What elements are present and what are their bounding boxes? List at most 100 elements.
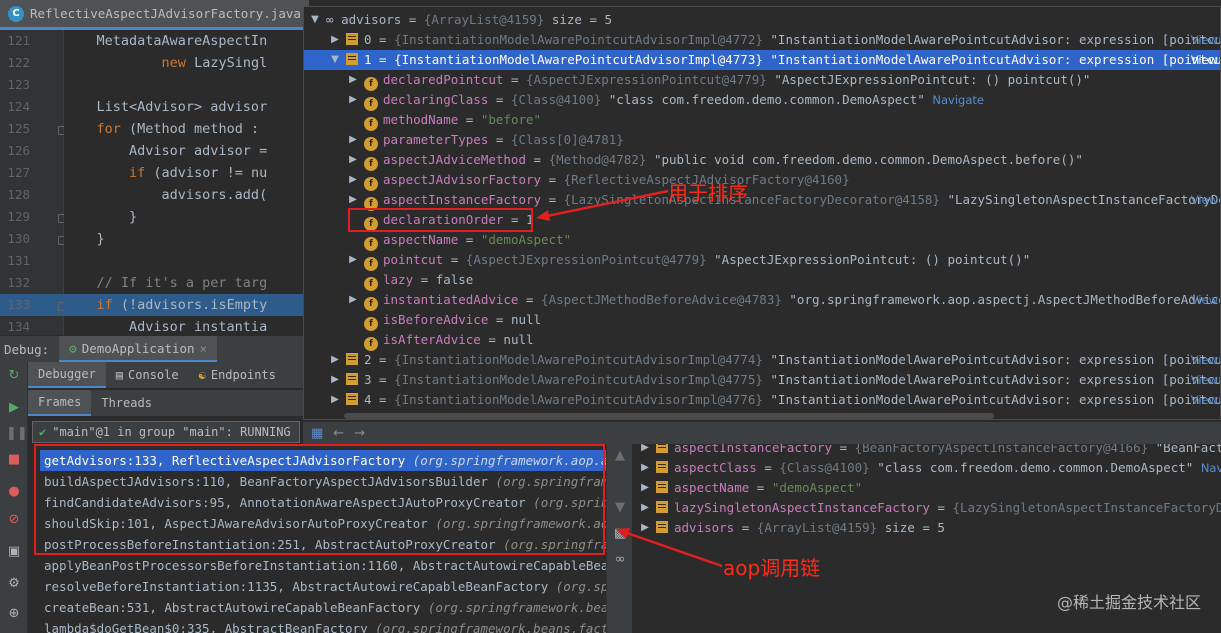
expand-arrow-icon[interactable]: ▶ xyxy=(348,190,358,210)
field-row[interactable]: ▶ f pointcut = {AspectJExpressionPointcut@… xyxy=(304,250,1220,271)
line-number: 133 xyxy=(7,297,30,312)
field-row[interactable]: f isAfterAdvice = null xyxy=(304,330,1220,351)
new-watch-icon[interactable]: ▦ xyxy=(311,426,323,441)
tab-debugger-label: Debugger xyxy=(38,367,96,381)
view-link[interactable]: View xyxy=(1191,390,1218,410)
field-icon: f xyxy=(364,337,378,351)
tab-console[interactable]: ▤ Console xyxy=(106,362,189,388)
stop-icon[interactable]: ■ xyxy=(6,452,22,468)
variable-icon xyxy=(656,444,668,453)
expand-arrow-icon[interactable]: ▶ xyxy=(330,30,340,50)
thread-selector[interactable]: ✔ "main"@1 in group "main": RUNNING xyxy=(32,421,300,443)
settings-icon[interactable]: ⚙ xyxy=(6,576,22,592)
tree-root[interactable]: ▼ ∞ advisors = {ArrayList@4159} size = 5 xyxy=(304,10,1220,30)
tab-frames[interactable]: Frames xyxy=(28,390,92,416)
field-row[interactable]: f isBeforeAdvice = null xyxy=(304,310,1220,331)
stack-frame[interactable]: resolveBeforeInstantiation:1135, Abstrac… xyxy=(40,576,606,597)
var-index: 3 xyxy=(364,372,372,387)
debug-session-tab[interactable]: ⚙ DemoApplication × xyxy=(59,336,218,362)
field-row[interactable]: ▶ f instantiatedAdvice = {AspectJMethodBef… xyxy=(304,290,1220,311)
tab-threads[interactable]: Threads xyxy=(91,390,162,416)
variable-row[interactable]: ▶ aspectName = "demoAspect" xyxy=(632,478,1221,498)
var-value: "BeanFactoryAs xyxy=(1155,444,1221,455)
variable-row[interactable]: ▶ aspectClass = {Class@4100} "class com.f… xyxy=(632,458,1221,478)
expand-arrow-icon[interactable]: ▶ xyxy=(640,444,650,458)
field-icon: f xyxy=(364,77,378,91)
expand-arrow-icon[interactable]: ▶ xyxy=(640,498,650,518)
variable-row[interactable]: ▶ aspectInstanceFactory = {BeanFactoryAsp… xyxy=(632,444,1221,458)
navigate-link[interactable]: Navigat xyxy=(1201,461,1221,475)
field-row[interactable]: f aspectName = "demoAspect" xyxy=(304,230,1220,251)
view-link[interactable]: View xyxy=(1191,30,1218,50)
view-link[interactable]: View xyxy=(1191,50,1218,70)
field-row[interactable]: ▶ f declaringClass = {Class@4100} "class c… xyxy=(304,90,1220,111)
chain-arrow xyxy=(616,528,723,568)
field-row[interactable]: ▶ f aspectJAdvisorFactory = {ReflectiveAsp… xyxy=(304,170,1220,191)
tab-endpoints[interactable]: ☯ Endpoints xyxy=(189,362,286,388)
var-index: 0 xyxy=(364,32,372,47)
horizontal-scrollbar[interactable] xyxy=(344,413,994,419)
field-row[interactable]: ▶ f aspectJAdviceMethod = {Method@4782} "p… xyxy=(304,150,1220,171)
back-icon[interactable]: ← xyxy=(333,426,344,441)
stack-frame[interactable]: createBean:531, AbstractAutowireCapableB… xyxy=(40,597,606,618)
expand-arrow-icon[interactable]: ▶ xyxy=(640,458,650,478)
down-icon[interactable]: ▼ xyxy=(612,500,628,516)
expand-arrow-icon[interactable]: ▶ xyxy=(348,130,358,150)
field-row[interactable]: ▶ f declaredPointcut = {AspectJExpressionP… xyxy=(304,70,1220,91)
close-icon[interactable]: × xyxy=(200,341,208,356)
tab-endpoints-label: Endpoints xyxy=(210,368,276,382)
advisor-item[interactable]: ▶ 4 = {InstantiationModelAwarePointcutAdv… xyxy=(304,390,1220,410)
var-name: aspectInstanceFactory xyxy=(674,444,833,455)
pin-icon[interactable]: ⊕ xyxy=(6,606,22,622)
field-name: isAfterAdvice xyxy=(383,332,481,347)
tab-debugger[interactable]: Debugger xyxy=(28,362,106,388)
variable-row[interactable]: ▶ lazySingletonAspectInstanceFactory = {L… xyxy=(632,498,1221,518)
field-row[interactable]: f lazy = false xyxy=(304,270,1220,291)
expand-arrow-icon[interactable]: ▶ xyxy=(348,170,358,190)
check-icon: ✔ xyxy=(39,425,47,439)
variables-toolbar: ▦ ← → xyxy=(303,422,1221,444)
view-link[interactable]: View xyxy=(1191,290,1218,310)
view-link[interactable]: View xyxy=(1191,370,1218,390)
stack-frame[interactable]: applyBeanPostProcessorsBeforeInstantiati… xyxy=(40,555,606,576)
forward-icon[interactable]: → xyxy=(354,426,365,441)
collapse-arrow-icon[interactable]: ▼ xyxy=(310,10,320,30)
expand-arrow-icon[interactable]: ▶ xyxy=(348,90,358,110)
advisor-item[interactable]: ▶ 0 = {InstantiationModelAwarePointcutAdv… xyxy=(304,30,1220,50)
sort-annotation: 用于排序 xyxy=(668,181,748,205)
expand-arrow-icon[interactable]: ▶ xyxy=(330,390,340,410)
field-row[interactable]: f methodName = "before" xyxy=(304,110,1220,131)
expand-arrow-icon[interactable]: ▶ xyxy=(640,478,650,498)
stack-frame[interactable]: lambda$doGetBean$0:335, AbstractBeanFact… xyxy=(40,618,606,633)
view-link[interactable]: View xyxy=(1191,350,1218,370)
field-row[interactable]: ▶ f parameterTypes = {Class[0]@4781} xyxy=(304,130,1220,151)
pause-icon[interactable]: ❚❚ xyxy=(6,426,28,442)
up-icon[interactable]: ▲ xyxy=(612,448,628,464)
var-value: size = 5 xyxy=(884,520,945,535)
advisor-item[interactable]: ▶ 2 = {InstantiationModelAwarePointcutAdv… xyxy=(304,350,1220,370)
view-link[interactable]: View xyxy=(1191,190,1218,210)
camera-icon[interactable]: ▣ xyxy=(6,544,22,560)
expand-arrow-icon[interactable]: ▶ xyxy=(348,70,358,90)
view-breakpoints-icon[interactable]: ● xyxy=(6,484,22,500)
rerun-icon[interactable]: ↻ xyxy=(6,368,22,384)
expand-arrow-icon[interactable]: ▶ xyxy=(330,350,340,370)
code-editor[interactable]: MetadataAwareAspectIn new LazySingl List… xyxy=(64,30,305,335)
expand-arrow-icon[interactable]: ▶ xyxy=(348,290,358,310)
expand-arrow-icon[interactable]: ▶ xyxy=(330,370,340,390)
field-row[interactable]: ▶ f aspectInstanceFactory = {LazySingleton… xyxy=(304,190,1220,211)
line-number: 121 xyxy=(7,33,30,48)
expand-arrow-icon[interactable]: ▶ xyxy=(348,150,358,170)
editor-tab[interactable]: C ReflectiveAspectJAdvisorFactory.java xyxy=(0,0,309,30)
navigate-link[interactable]: Navigate xyxy=(932,93,984,107)
collapse-arrow-icon[interactable]: ▼ xyxy=(330,50,340,70)
expand-arrow-icon[interactable]: ▶ xyxy=(348,250,358,270)
advisor-item[interactable]: ▶ 3 = {InstantiationModelAwarePointcutAdv… xyxy=(304,370,1220,390)
mute-breakpoints-icon[interactable]: ⊘ xyxy=(6,512,22,528)
resume-icon[interactable]: ▶ xyxy=(6,400,22,416)
code-line: for (Method method : xyxy=(96,121,260,137)
field-name: declaredPointcut xyxy=(383,72,504,87)
code-line: if (advisor != nu xyxy=(129,165,268,181)
advisor-item[interactable]: ▼ 1 = {InstantiationModelAwarePointcutAdv… xyxy=(304,50,1220,70)
